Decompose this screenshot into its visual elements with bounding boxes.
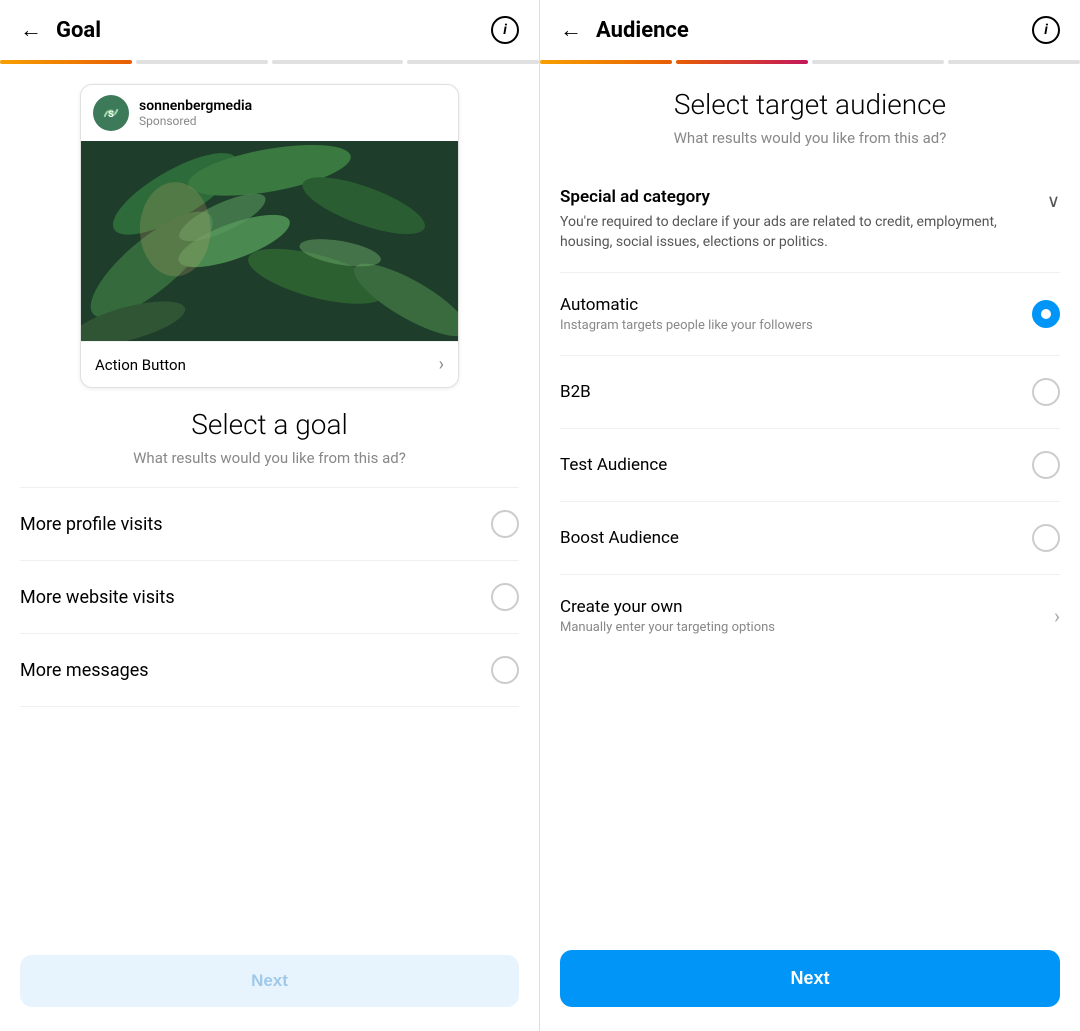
left-progress-seg1 (0, 60, 132, 64)
right-panel-title: Audience (596, 18, 1032, 43)
right-back-button[interactable]: ← (560, 17, 582, 43)
ad-sponsored-label: Sponsored (139, 114, 252, 128)
right-content-area: Select target audience What results woul… (540, 68, 1080, 934)
audience-option-test[interactable]: Test Audience (560, 429, 1060, 502)
left-header: ← Goal i (0, 0, 539, 60)
goal-label-messages: More messages (20, 660, 149, 681)
audience-name-automatic: Automatic (560, 295, 1032, 315)
special-ad-section[interactable]: Special ad category You're required to d… (560, 167, 1060, 273)
goal-label-website: More website visits (20, 587, 175, 608)
audience-name-b2b: B2B (560, 382, 1032, 402)
ad-action-label: Action Button (95, 356, 186, 374)
special-ad-text: Special ad category You're required to d… (560, 187, 1035, 252)
goal-options-list: More profile visits More website visits … (0, 487, 539, 939)
right-next-container: Next (540, 934, 1080, 1031)
left-back-button[interactable]: ← (20, 17, 42, 43)
left-next-container: Next (0, 939, 539, 1031)
left-progress-seg2 (136, 60, 268, 64)
left-info-button[interactable]: i (491, 16, 519, 44)
ad-image (81, 141, 458, 341)
create-own-left: Create your own Manually enter your targ… (560, 597, 1054, 635)
right-progress-seg4 (948, 60, 1080, 64)
left-progress-bar (0, 60, 539, 68)
right-section-title: Select target audience (560, 88, 1060, 121)
ad-account-name: sonnenbergmedia (139, 98, 252, 114)
create-own-chevron: › (1054, 604, 1060, 628)
audience-option-b2b[interactable]: B2B (560, 356, 1060, 429)
goal-radio-messages[interactable] (491, 656, 519, 684)
audience-option-b2b-left: B2B (560, 382, 1032, 402)
right-next-button[interactable]: Next (560, 950, 1060, 1007)
audience-option-boost-left: Boost Audience (560, 528, 1032, 548)
audience-radio-b2b[interactable] (1032, 378, 1060, 406)
goal-option-profile[interactable]: More profile visits (20, 487, 519, 561)
special-ad-desc: You're required to declare if your ads a… (560, 213, 1035, 252)
right-info-button[interactable]: i (1032, 16, 1060, 44)
ad-avatar: S (93, 95, 129, 131)
special-ad-chevron[interactable]: ∨ (1047, 191, 1060, 212)
right-progress-seg3 (812, 60, 944, 64)
right-progress-bar (540, 60, 1080, 68)
audience-desc-automatic: Instagram targets people like your follo… (560, 318, 1032, 333)
left-next-button[interactable]: Next (20, 955, 519, 1007)
create-own-title: Create your own (560, 597, 1054, 617)
ad-card-header: S sonnenbergmedia Sponsored (81, 85, 458, 141)
right-header: ← Audience i (540, 0, 1080, 60)
left-section-subtitle: What results would you like from this ad… (0, 449, 539, 467)
ad-account-info: sonnenbergmedia Sponsored (139, 98, 252, 128)
audience-option-automatic[interactable]: Automatic Instagram targets people like … (560, 273, 1060, 356)
goal-radio-profile[interactable] (491, 510, 519, 538)
audience-option-test-left: Test Audience (560, 455, 1032, 475)
goal-option-website[interactable]: More website visits (20, 561, 519, 634)
create-own-option[interactable]: Create your own Manually enter your targ… (560, 575, 1060, 657)
right-panel: ← Audience i Select target audience What… (540, 0, 1080, 1031)
left-panel-title: Goal (56, 18, 491, 43)
audience-radio-test[interactable] (1032, 451, 1060, 479)
audience-radio-boost[interactable] (1032, 524, 1060, 552)
goal-radio-website[interactable] (491, 583, 519, 611)
ad-action-chevron: › (439, 354, 444, 375)
ad-image-content (81, 141, 458, 341)
ad-preview-card: S sonnenbergmedia Sponsored (80, 84, 459, 388)
audience-option-boost[interactable]: Boost Audience (560, 502, 1060, 575)
audience-name-test: Test Audience (560, 455, 1032, 475)
left-panel: ← Goal i S sonnenbergmedia Sponsored (0, 0, 540, 1031)
left-section-title: Select a goal (0, 408, 539, 441)
svg-text:S: S (108, 109, 114, 120)
audience-name-boost: Boost Audience (560, 528, 1032, 548)
left-progress-seg4 (407, 60, 539, 64)
ad-action-row[interactable]: Action Button › (81, 341, 458, 387)
create-own-desc: Manually enter your targeting options (560, 620, 1054, 635)
right-progress-seg2 (676, 60, 808, 64)
audience-radio-automatic[interactable] (1032, 300, 1060, 328)
goal-option-messages[interactable]: More messages (20, 634, 519, 707)
right-progress-seg1 (540, 60, 672, 64)
goal-label-profile: More profile visits (20, 514, 163, 535)
special-ad-title: Special ad category (560, 187, 1035, 207)
audience-option-automatic-left: Automatic Instagram targets people like … (560, 295, 1032, 333)
right-section-subtitle: What results would you like from this ad… (560, 129, 1060, 147)
left-progress-seg3 (272, 60, 404, 64)
